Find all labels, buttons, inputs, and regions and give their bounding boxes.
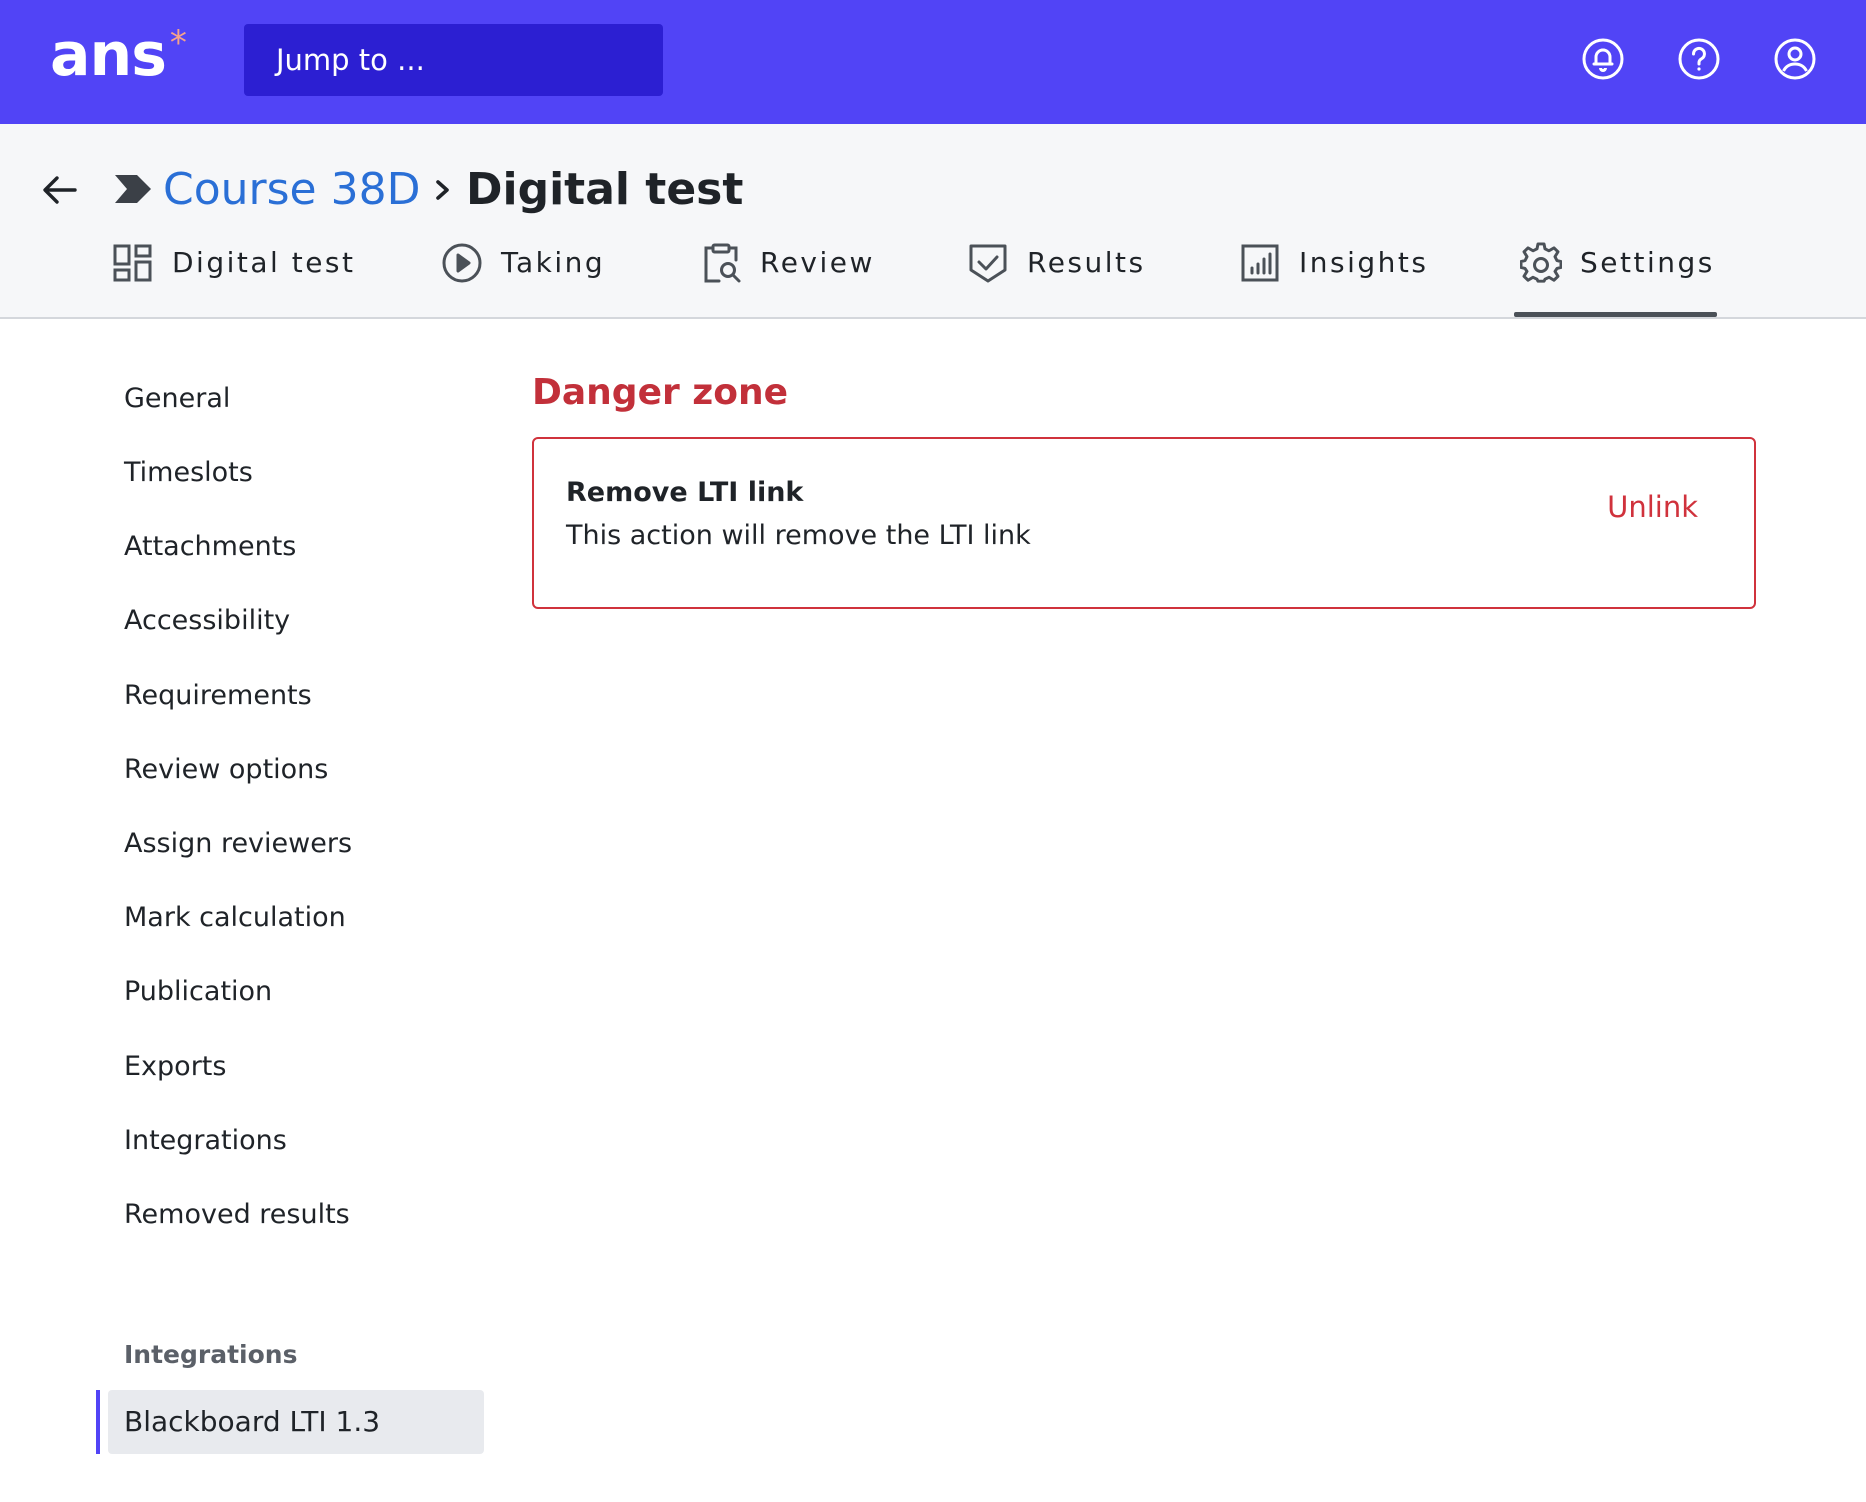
help-question-icon[interactable] <box>1677 37 1721 81</box>
sidebar-item-attachments[interactable]: Attachments <box>124 527 296 567</box>
tab-label: Digital test <box>172 246 356 279</box>
tab-taking[interactable]: Taking <box>441 242 605 317</box>
sidebar-item-mark-calculation[interactable]: Mark calculation <box>124 898 346 938</box>
unlink-button[interactable]: Unlink <box>1607 487 1698 527</box>
tab-review[interactable]: Review <box>700 242 875 317</box>
bar-chart-icon <box>1239 242 1281 284</box>
ans-logo[interactable]: ans * <box>50 14 187 104</box>
tab-label: Taking <box>501 246 606 279</box>
sidebar-item-general[interactable]: General <box>124 379 230 419</box>
sidebar-item-review-options[interactable]: Review options <box>124 750 328 790</box>
play-circle-icon <box>441 242 483 284</box>
sidebar-section-heading: Integrations <box>124 1340 298 1369</box>
tab-insights[interactable]: Insights <box>1239 242 1428 317</box>
logo-text: ans <box>50 20 167 90</box>
sidebar-item-publication[interactable]: Publication <box>124 972 272 1012</box>
section-tabs: Digital test Taking Review Results Insig… <box>0 242 1866 317</box>
tab-label: Insights <box>1299 246 1429 279</box>
card-description: This action will remove the LTI link <box>566 520 1031 551</box>
tab-results[interactable]: Results <box>967 242 1146 317</box>
page-header: Course 38D Digital test Digital test Tak… <box>0 124 1866 319</box>
danger-zone-heading: Danger zone <box>532 372 789 413</box>
sidebar-item-integrations[interactable]: Integrations <box>124 1121 287 1161</box>
page-title: Digital test <box>466 164 744 215</box>
tab-label: Review <box>760 246 875 279</box>
gear-icon <box>1520 242 1562 284</box>
sidebar-item-requirements[interactable]: Requirements <box>124 676 312 716</box>
chevron-right-icon <box>432 175 454 205</box>
top-navigation-bar: ans * Jump to ... <box>0 0 1866 124</box>
sidebar-item-exports[interactable]: Exports <box>124 1047 226 1087</box>
jump-to-search[interactable]: Jump to ... <box>244 24 663 96</box>
logo-star-mark: * <box>169 23 187 63</box>
sidebar-item-assign-reviewers[interactable]: Assign reviewers <box>124 824 352 864</box>
notifications-bell-icon[interactable] <box>1581 37 1625 81</box>
dashboard-grid-icon <box>112 242 154 284</box>
user-account-icon[interactable] <box>1773 37 1817 81</box>
course-tag-icon <box>113 171 153 207</box>
tab-settings[interactable]: Settings <box>1514 242 1717 317</box>
tab-digital-test[interactable]: Digital test <box>112 242 355 317</box>
sidebar-item-removed-results[interactable]: Removed results <box>124 1195 350 1235</box>
danger-zone-card: Remove LTI link This action will remove … <box>532 437 1756 609</box>
card-title: Remove LTI link <box>566 477 804 508</box>
sidebar-item-accessibility[interactable]: Accessibility <box>124 601 290 641</box>
clipboard-search-icon <box>700 242 742 284</box>
shield-check-icon <box>967 242 1009 284</box>
tab-label: Results <box>1027 246 1146 279</box>
sidebar-item-label: Blackboard LTI 1.3 <box>124 1405 381 1438</box>
back-arrow-icon[interactable] <box>40 170 80 210</box>
breadcrumb-course-link[interactable]: Course 38D <box>163 160 420 220</box>
active-indicator <box>96 1390 100 1454</box>
sidebar-item-timeslots[interactable]: Timeslots <box>124 453 253 493</box>
tab-label: Settings <box>1580 246 1715 279</box>
